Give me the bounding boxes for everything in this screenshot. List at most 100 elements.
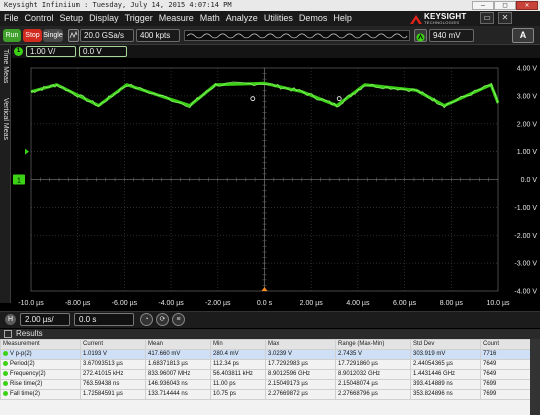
y-tick-label: -4.00 V xyxy=(514,289,537,296)
col-max[interactable]: Max xyxy=(265,339,336,350)
keysight-logo-mark-icon xyxy=(410,15,422,24)
x-tick-label: -4.00 µs xyxy=(158,300,184,307)
channel-dot-icon xyxy=(3,350,8,356)
table-cell: 2.15049173 µs xyxy=(265,379,336,390)
single-button[interactable]: Single xyxy=(43,29,63,42)
tab-time-meas-label: Time Meas xyxy=(2,49,9,84)
menu-setup[interactable]: Setup xyxy=(60,11,84,26)
table-cell: 133.714444 ns xyxy=(145,389,211,400)
menu-analyze[interactable]: Analyze xyxy=(226,11,258,26)
stop-button[interactable]: Stop xyxy=(23,29,42,42)
table-cell: 56.403811 kHz xyxy=(210,369,266,380)
maximize-button[interactable]: □ xyxy=(494,1,516,10)
refresh-icon[interactable]: ⟳ xyxy=(156,313,169,326)
table-cell: 3.67093513 µs xyxy=(80,359,146,370)
results-scrollbar[interactable] xyxy=(530,339,540,415)
table-cell: 280.4 mV xyxy=(210,349,266,360)
acquisition-icon[interactable] xyxy=(68,29,79,42)
x-tick-label: 4.00 µs xyxy=(346,300,370,307)
menu-math[interactable]: Math xyxy=(200,11,220,26)
col-current[interactable]: Current xyxy=(80,339,146,350)
results-title: Results xyxy=(16,329,43,338)
col-std-dev[interactable]: Std Dev xyxy=(410,339,481,350)
menu-display[interactable]: Display xyxy=(89,11,119,26)
tab-vertical-meas[interactable]: Vertical Meas xyxy=(0,98,11,160)
waveform-display[interactable]: 4.00 V 3.00 V 2.00 V 1.00 V 0.0 V -1.00 V -2.0… xyxy=(12,58,540,311)
table-cell: 8.9012032 GHz xyxy=(335,369,411,380)
menu-file[interactable]: File xyxy=(4,11,19,26)
memory-depth-field[interactable]: 400 kpts xyxy=(136,29,180,42)
minimize-button[interactable]: – xyxy=(472,1,494,10)
window-title-bar: Keysight Infiniium : Tuesday, July 14, 2… xyxy=(0,0,540,11)
table-cell: 2.44054365 µs xyxy=(410,359,481,370)
table-cell: 17.7291860 µs xyxy=(335,359,411,370)
results-header[interactable]: Results xyxy=(0,329,540,339)
sample-rate-field[interactable]: 20.0 GSa/s xyxy=(80,29,134,42)
trigger-icon[interactable] xyxy=(414,29,427,42)
menu-demos[interactable]: Demos xyxy=(299,11,328,26)
col-mean[interactable]: Mean xyxy=(145,339,211,350)
restore-icon[interactable]: ▭ xyxy=(480,12,494,24)
y-tick-label: 2.00 V xyxy=(517,121,538,128)
table-cell: 272.41015 kHz xyxy=(80,369,146,380)
table-row[interactable]: V p-p(2) 1.0193 V 417.660 mV 280.4 mV 3.… xyxy=(0,349,530,360)
measurement-name-cell: Rise time(2) xyxy=(0,379,81,390)
table-cell: 7699 xyxy=(480,389,530,400)
x-tick-label: -10.0 µs xyxy=(18,300,44,307)
col-measurement[interactable]: Measurement xyxy=(0,339,81,350)
x-tick-label: 6.00 µs xyxy=(393,300,417,307)
table-row[interactable]: Fall time(2) 1.72584591 µs 133.714444 ns… xyxy=(0,389,530,400)
table-row[interactable]: Rise time(2) 763.59438 ns 146.936043 ns … xyxy=(0,379,530,390)
table-cell: 7699 xyxy=(480,379,530,390)
table-row[interactable]: Frequency(2) 272.41015 kHz 833.96007 MHz… xyxy=(0,369,530,380)
table-cell: 2.7435 V xyxy=(335,349,411,360)
horizontal-badge[interactable]: H xyxy=(5,314,16,325)
channel1-badge[interactable]: 1 xyxy=(14,47,23,56)
x-tick-label: -8.00 µs xyxy=(65,300,91,307)
table-cell: 17.7292983 µs xyxy=(265,359,336,370)
table-cell: 7716 xyxy=(480,349,530,360)
run-button[interactable]: Run xyxy=(3,29,21,42)
x-tick-label: -6.00 µs xyxy=(112,300,138,307)
zoom-icon[interactable]: ◔ xyxy=(140,313,153,326)
table-cell: 10.75 ps xyxy=(210,389,266,400)
table-cell: 763.59438 ns xyxy=(80,379,146,390)
menu-measure[interactable]: Measure xyxy=(159,11,194,26)
menu-utilities[interactable]: Utilities xyxy=(264,11,293,26)
app-close-icon[interactable]: ✕ xyxy=(498,12,512,24)
trigger-level-field[interactable]: 940 mV xyxy=(429,29,474,42)
table-cell: 2.27668796 µs xyxy=(335,389,411,400)
y-tick-label: 0.0 V xyxy=(521,177,538,184)
table-cell: 146.936043 ns xyxy=(145,379,211,390)
table-cell: 1.4431446 GHz xyxy=(410,369,481,380)
table-row[interactable]: Period(2) 3.67093513 µs 1.68371813 µs 11… xyxy=(0,359,530,370)
x-tick-label: 0.0 s xyxy=(257,300,273,307)
measurement-name-cell: Frequency(2) xyxy=(0,369,81,380)
menu-help[interactable]: Help xyxy=(333,11,352,26)
table-cell: 417.660 mV xyxy=(145,349,211,360)
autoscale-button[interactable]: A xyxy=(512,28,534,43)
y-tick-label: -1.00 V xyxy=(514,205,537,212)
table-cell: 112.34 ps xyxy=(210,359,266,370)
time-position-field[interactable]: 0.0 s xyxy=(74,313,134,326)
channel1-scale-field[interactable]: 1.00 V/ xyxy=(26,46,76,57)
close-button[interactable]: ✕ xyxy=(516,1,538,10)
table-cell: 11.00 ps xyxy=(210,379,266,390)
waveform-overview-strip[interactable] xyxy=(184,30,410,41)
table-cell: 1.0193 V xyxy=(80,349,146,360)
logo-subtitle: TECHNOLOGIES xyxy=(424,20,460,25)
col-min[interactable]: Min xyxy=(210,339,266,350)
time-scale-field[interactable]: 2.00 µs/ xyxy=(20,313,70,326)
col-count[interactable]: Count xyxy=(480,339,530,350)
tab-time-meas[interactable]: Time Meas xyxy=(0,49,11,94)
table-cell: 7649 xyxy=(480,359,530,370)
results-header-row: Measurement Current Mean Min Max Range (… xyxy=(0,339,530,350)
side-tabs: Time Meas Vertical Meas xyxy=(0,45,11,303)
menu-control[interactable]: Control xyxy=(25,11,54,26)
y-tick-label: 4.00 V xyxy=(517,66,538,73)
horizontal-menu-icon[interactable]: ≡ xyxy=(172,313,185,326)
app-window-controls: ▭ ✕ xyxy=(480,12,512,24)
menu-trigger[interactable]: Trigger xyxy=(125,11,153,26)
channel1-offset-field[interactable]: 0.0 V xyxy=(79,46,127,57)
col-range[interactable]: Range (Max-Min) xyxy=(335,339,411,350)
